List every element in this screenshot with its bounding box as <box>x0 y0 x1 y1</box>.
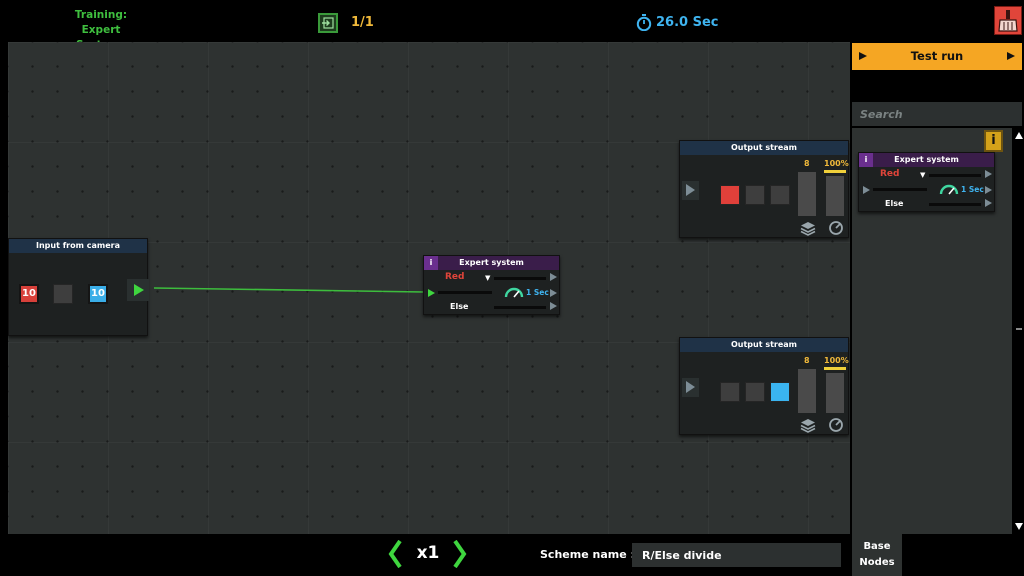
speedometer-icon <box>829 418 843 432</box>
output-slot-empty <box>745 382 765 402</box>
info-icon[interactable]: i <box>859 153 873 167</box>
info-icon[interactable]: i <box>424 256 438 270</box>
speedometer-icon <box>829 221 843 235</box>
top-bar: Training: Expert Systems 1/1 26.0 Sec <box>0 0 1024 51</box>
output-slot-empty <box>770 185 790 205</box>
level-title-line1: Training: Expert <box>74 9 128 36</box>
palette-scrollbar[interactable] <box>1014 128 1024 534</box>
palette-expert-system-node[interactable]: Expert system i Red ▼ 1 Sec Else <box>858 152 995 212</box>
scroll-down-icon[interactable] <box>1015 523 1023 530</box>
bottom-bar: x1 Scheme name : Base Nodes <box>0 534 1024 576</box>
level-counter: 1/1 <box>351 15 374 30</box>
output-stream-node-bottom[interactable]: Output stream 8 100% <box>679 337 849 435</box>
else-output-port <box>985 199 992 207</box>
side-output-port[interactable] <box>550 289 557 297</box>
divider <box>929 203 981 206</box>
gauge-icon <box>504 287 524 298</box>
true-output-port <box>985 170 992 178</box>
broom-icon <box>998 10 1018 32</box>
divider <box>929 174 981 177</box>
chevron-down-icon: ▼ <box>485 274 491 282</box>
base-nodes-line1: Base <box>863 541 891 552</box>
side-output-port <box>985 186 992 194</box>
output-slot-red <box>720 185 740 205</box>
timer-value: 26.0 Sec <box>656 15 719 30</box>
play-icon <box>859 52 867 60</box>
scheme-name-input[interactable] <box>632 543 841 567</box>
scroll-up-icon[interactable] <box>1015 132 1023 139</box>
progress-indicator <box>824 170 846 173</box>
stopwatch-icon <box>636 14 652 32</box>
camera-output-port[interactable] <box>127 279 149 301</box>
camera-slot-red: 10 <box>19 284 39 304</box>
output-count: 8 <box>804 159 810 168</box>
scroll-thumb[interactable] <box>1016 328 1022 330</box>
node-palette: i Expert system i Red ▼ 1 Sec Else <box>852 128 1012 534</box>
condition-dropdown[interactable]: Red <box>880 169 899 179</box>
test-run-button[interactable]: Test run <box>852 43 1022 70</box>
output-stream-node-top[interactable]: Output stream 8 100% <box>679 140 849 238</box>
output-percent: 100% <box>824 356 849 365</box>
play-icon <box>1007 52 1015 60</box>
divider <box>494 277 546 280</box>
true-output-port[interactable] <box>550 273 557 281</box>
processing-time: 1 Sec <box>526 288 549 297</box>
node-title: Input from camera <box>9 239 147 253</box>
speed-value: x1 <box>416 543 440 563</box>
output-count: 8 <box>804 356 810 365</box>
input-port <box>863 186 870 194</box>
divider <box>494 306 546 309</box>
else-label: Else <box>450 302 469 311</box>
divider <box>873 188 927 191</box>
expert-system-node[interactable]: Expert system i Red ▼ 1 Sec Else <box>423 255 560 315</box>
output-slot-empty <box>720 382 740 402</box>
node-title: Expert system <box>424 256 559 270</box>
node-title: Expert system <box>859 153 994 167</box>
condition-dropdown[interactable]: Red <box>445 272 464 282</box>
input-port[interactable] <box>428 289 435 297</box>
accuracy-bar <box>826 373 844 413</box>
capacity-bar <box>798 172 816 216</box>
else-output-port[interactable] <box>550 302 557 310</box>
divider <box>438 291 492 294</box>
output-input-port[interactable] <box>682 181 699 200</box>
exit-level-icon[interactable] <box>318 13 338 33</box>
capacity-bar <box>798 369 816 413</box>
node-canvas[interactable]: Input from camera 10 10 Expert system i … <box>8 42 850 534</box>
clear-scheme-button[interactable] <box>994 6 1022 35</box>
camera-input-node[interactable]: Input from camera 10 10 <box>8 238 149 336</box>
play-arrow-icon <box>134 284 144 296</box>
node-title: Output stream <box>680 141 848 155</box>
gauge-icon <box>939 184 959 195</box>
speed-increase-button[interactable] <box>453 540 467 568</box>
camera-slot-empty <box>53 284 73 304</box>
output-slot-blue <box>770 382 790 402</box>
base-nodes-tab[interactable]: Base Nodes <box>852 534 902 576</box>
chevron-down-icon: ▼ <box>920 171 926 179</box>
base-nodes-line2: Nodes <box>859 557 895 568</box>
test-run-label: Test run <box>910 49 964 63</box>
accuracy-bar <box>826 176 844 216</box>
output-percent: 100% <box>824 159 849 168</box>
sidebar: Test run i Expert system i Red ▼ 1 Sec E… <box>850 42 1024 534</box>
progress-indicator <box>824 367 846 370</box>
output-input-port[interactable] <box>682 378 699 397</box>
info-icon[interactable]: i <box>984 130 1003 152</box>
processing-time: 1 Sec <box>961 185 984 194</box>
else-label: Else <box>885 199 904 208</box>
layers-icon <box>800 222 816 236</box>
scheme-name-label: Scheme name : <box>540 548 635 561</box>
camera-slot-blue: 10 <box>88 284 108 304</box>
speed-decrease-button[interactable] <box>388 540 402 568</box>
node-title: Output stream <box>680 338 848 352</box>
output-slot-empty <box>745 185 765 205</box>
search-input[interactable] <box>852 102 1022 126</box>
layers-icon <box>800 419 816 433</box>
